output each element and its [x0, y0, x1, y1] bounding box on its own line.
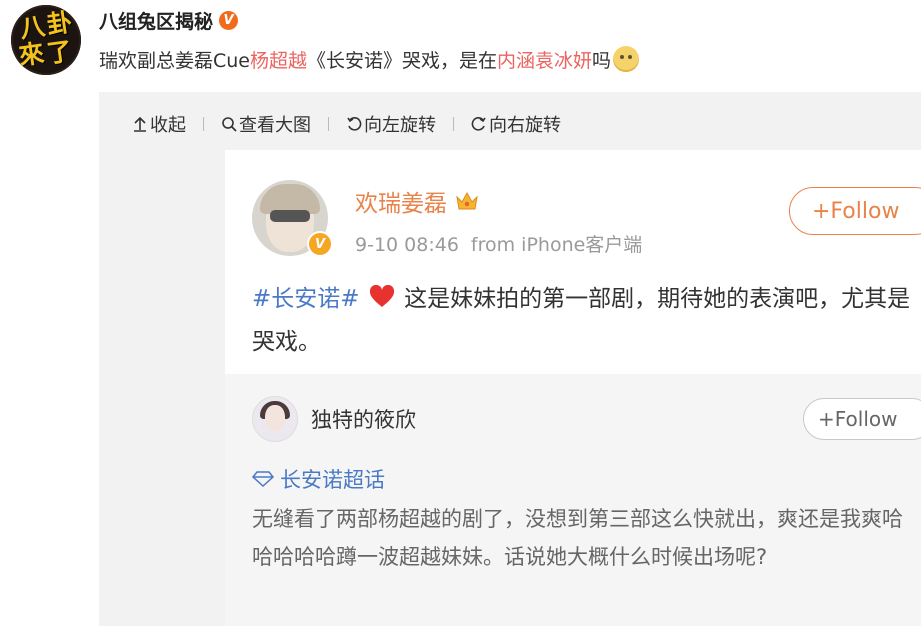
- rotate-left-icon: [347, 117, 362, 131]
- view-large-button[interactable]: 查看大图: [221, 111, 311, 137]
- reply-follow-button: +Follow: [803, 398, 921, 440]
- screenshot-verified-icon: V: [307, 231, 333, 257]
- view-large-label: 查看大图: [239, 115, 311, 136]
- post-text: 瑞欢副总姜磊Cue杨超越《长安诺》哭戏，是在内涵袁冰妍吗: [99, 46, 640, 73]
- rotate-left-button[interactable]: 向左旋转: [346, 111, 436, 137]
- toolbar-divider: [453, 117, 454, 131]
- rotate-right-button[interactable]: 向右旋转: [471, 111, 561, 137]
- super-topic: 长安诺超话: [252, 464, 385, 494]
- post-author: 八组兔区揭秘 V: [99, 7, 239, 34]
- mention-link-yang[interactable]: 杨超越: [250, 50, 307, 72]
- mention-link-yuan[interactable]: 内涵袁冰妍: [497, 50, 592, 72]
- screenshot-hashtag: #长安诺#: [252, 286, 360, 312]
- verified-icon: V: [219, 11, 239, 30]
- doge-emoji-icon: [613, 46, 640, 72]
- avatar-char-2: 卦: [45, 7, 74, 40]
- diamond-icon: [252, 471, 274, 487]
- author-name-link[interactable]: 八组兔区揭秘: [99, 7, 213, 34]
- toolbar-divider: [328, 117, 329, 131]
- crown-icon: [456, 191, 478, 210]
- magnifier-icon: [222, 117, 237, 132]
- screenshot-author: 欢瑞姜磊: [355, 184, 479, 218]
- screenshot-meta: 9-10 08:46 from iPhone客户端: [355, 230, 642, 257]
- author-avatar[interactable]: 八 卦 來 了: [11, 5, 81, 75]
- collapse-button[interactable]: 收起: [132, 111, 186, 137]
- toolbar-divider: [203, 117, 204, 131]
- screenshot-post-text: #长安诺# 这是妹妹拍的第一部剧，期待她的表演吧，尤其是哭戏。: [252, 278, 912, 364]
- reply-author-name: 独特的筱欣: [311, 408, 416, 432]
- super-topic-label: 长安诺超话: [280, 468, 385, 492]
- post-text-suffix: 吗: [592, 50, 612, 72]
- screenshot-reply: 独特的筱欣 +Follow 长安诺超话 无缝看了两部杨超越的剧了，没想到第三部这…: [225, 374, 921, 626]
- reply-author-avatar: [252, 396, 298, 442]
- reply-text: 无缝看了两部杨超越的剧了，没想到第三部这么快就出，爽还是我爽哈哈哈哈哈蹲一波超越…: [252, 507, 903, 569]
- post-text-prefix: 瑞欢副总姜磊Cue: [99, 50, 250, 72]
- rotate-right-label: 向右旋转: [489, 115, 561, 136]
- collapse-up-icon: [134, 116, 146, 132]
- screenshot-source: from iPhone客户端: [470, 234, 643, 256]
- screenshot-time: 9-10 08:46: [355, 234, 459, 256]
- screenshot-follow-button: +Follow: [789, 187, 921, 235]
- rotate-right-icon: [471, 117, 486, 131]
- collapse-label: 收起: [150, 115, 186, 136]
- post-text-middle: 《长安诺》哭戏，是在: [307, 50, 498, 72]
- avatar-char-1: 八: [18, 11, 47, 44]
- heart-icon: [369, 285, 394, 307]
- screenshot-image[interactable]: V 欢瑞姜磊 9-10 08:46 from iPhone客户端 +Follow …: [225, 150, 921, 626]
- rotate-left-label: 向左旋转: [364, 115, 436, 136]
- avatar-char-4: 了: [45, 36, 74, 69]
- screenshot-author-name: 欢瑞姜磊: [355, 191, 447, 217]
- avatar-char-3: 來: [17, 38, 46, 71]
- image-toolbar: 收起 查看大图 向左旋转 向右旋转: [132, 111, 561, 137]
